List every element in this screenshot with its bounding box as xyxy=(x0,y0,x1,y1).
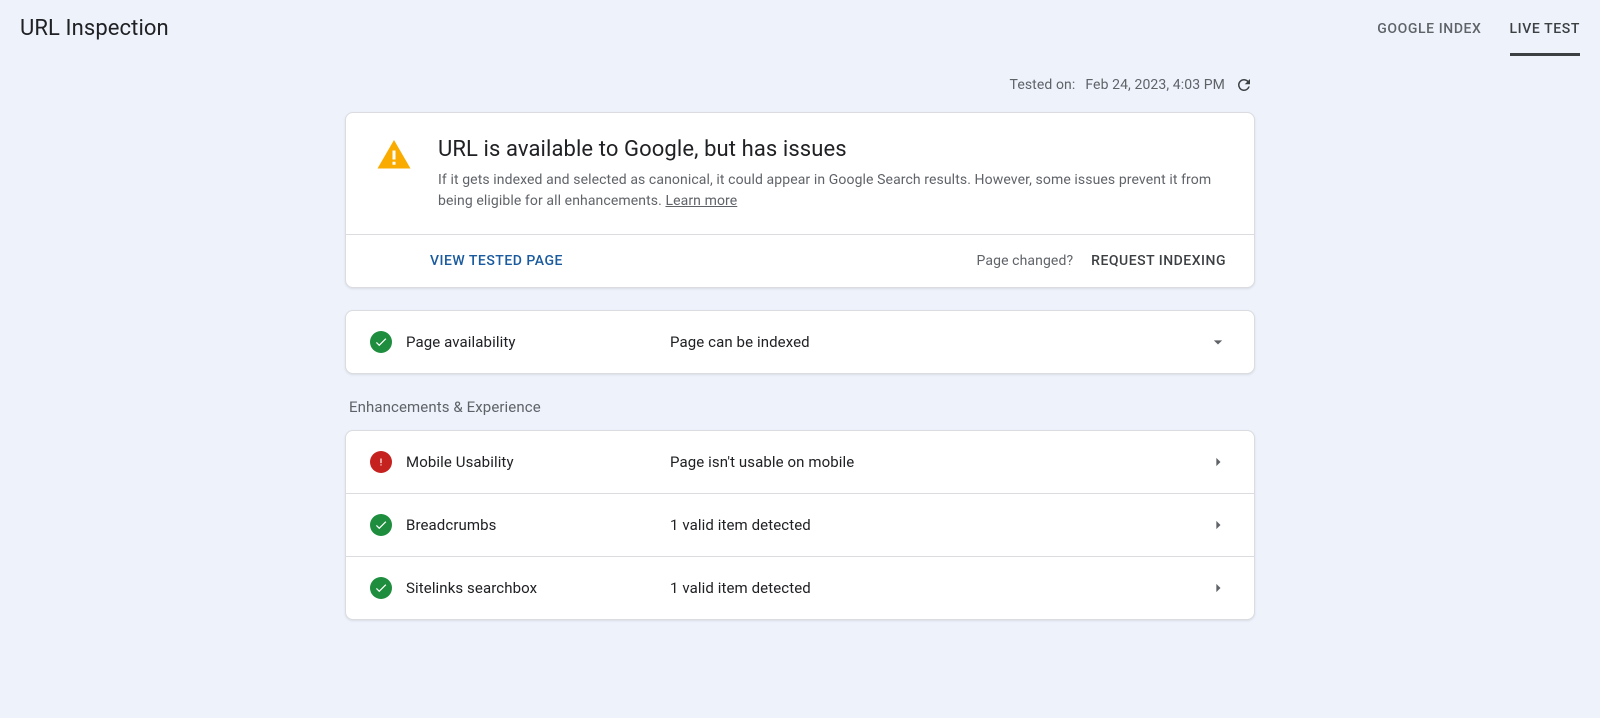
tested-on-timestamp: Feb 24, 2023, 4:03 PM xyxy=(1085,77,1225,93)
enhancements-header: Enhancements & Experience xyxy=(345,374,1255,430)
enhancement-value: 1 valid item detected xyxy=(670,579,1206,597)
summary-title: URL is available to Google, but has issu… xyxy=(438,137,1226,162)
page-changed-label: Page changed? xyxy=(977,253,1074,269)
summary-card: URL is available to Google, but has issu… xyxy=(345,112,1255,288)
enhancement-row-breadcrumbs[interactable]: Breadcrumbs 1 valid item detected xyxy=(346,493,1254,556)
enhancement-label: Sitelinks searchbox xyxy=(406,579,670,597)
page-title: URL Inspection xyxy=(20,16,169,41)
tabs: GOOGLE INDEX LIVE TEST xyxy=(1377,0,1580,56)
view-tested-page-button[interactable]: VIEW TESTED PAGE xyxy=(430,253,563,269)
enhancement-label: Mobile Usability xyxy=(406,453,670,471)
summary-text: URL is available to Google, but has issu… xyxy=(438,137,1226,212)
availability-label: Page availability xyxy=(406,333,670,351)
enhancement-value: 1 valid item detected xyxy=(670,516,1206,534)
availability-value: Page can be indexed xyxy=(670,333,1206,351)
summary-description-text: If it gets indexed and selected as canon… xyxy=(438,172,1211,209)
enhancement-row-sitelinks-searchbox[interactable]: Sitelinks searchbox 1 valid item detecte… xyxy=(346,556,1254,619)
check-icon xyxy=(370,514,392,536)
chevron-right-icon xyxy=(1206,452,1230,472)
enhancement-row-mobile-usability[interactable]: Mobile Usability Page isn't usable on mo… xyxy=(346,431,1254,493)
page-availability-row[interactable]: Page availability Page can be indexed xyxy=(346,311,1254,373)
refresh-icon[interactable] xyxy=(1235,76,1253,94)
top-bar: URL Inspection GOOGLE INDEX LIVE TEST xyxy=(0,0,1600,56)
enhancement-value: Page isn't usable on mobile xyxy=(670,453,1206,471)
main-container: Tested on: Feb 24, 2023, 4:03 PM URL is … xyxy=(345,56,1255,620)
check-icon xyxy=(370,577,392,599)
availability-card: Page availability Page can be indexed xyxy=(345,310,1255,374)
summary-body: URL is available to Google, but has issu… xyxy=(346,113,1254,234)
warning-icon xyxy=(374,137,414,212)
request-indexing-button[interactable]: REQUEST INDEXING xyxy=(1091,253,1226,269)
tested-on-row: Tested on: Feb 24, 2023, 4:03 PM xyxy=(345,70,1255,112)
learn-more-link[interactable]: Learn more xyxy=(665,193,737,209)
tab-google-index[interactable]: GOOGLE INDEX xyxy=(1377,3,1481,56)
chevron-down-icon xyxy=(1206,332,1230,352)
summary-description: If it gets indexed and selected as canon… xyxy=(438,170,1226,212)
chevron-right-icon xyxy=(1206,578,1230,598)
error-icon xyxy=(370,451,392,473)
tested-on-prefix: Tested on: xyxy=(1010,77,1076,93)
summary-actions: VIEW TESTED PAGE Page changed? REQUEST I… xyxy=(346,234,1254,287)
chevron-right-icon xyxy=(1206,515,1230,535)
enhancement-label: Breadcrumbs xyxy=(406,516,670,534)
tab-live-test[interactable]: LIVE TEST xyxy=(1510,3,1580,56)
check-icon xyxy=(370,331,392,353)
enhancements-card: Mobile Usability Page isn't usable on mo… xyxy=(345,430,1255,620)
